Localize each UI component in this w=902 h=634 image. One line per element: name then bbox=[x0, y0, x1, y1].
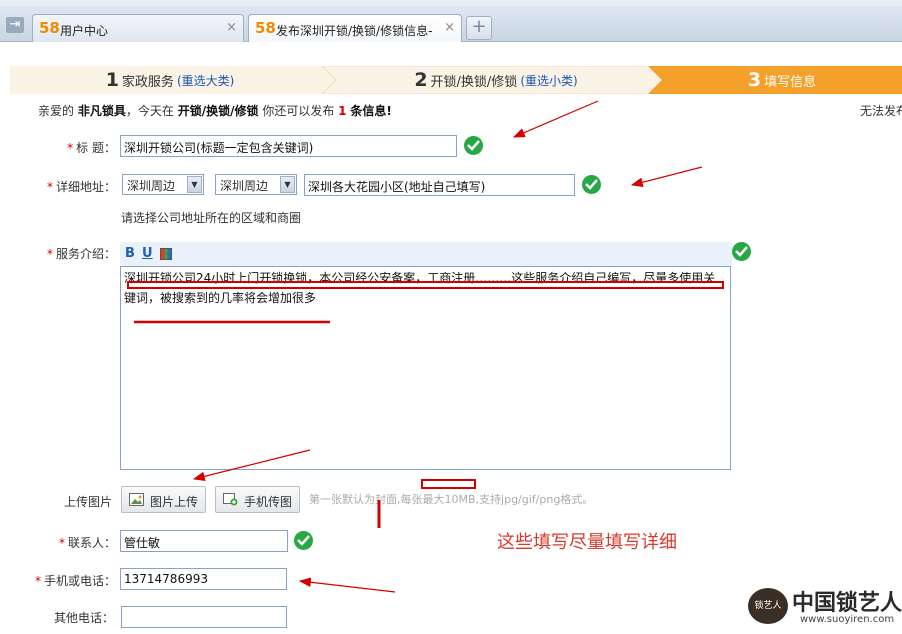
resize-handle-box bbox=[421, 479, 476, 489]
contact-label: * 联系人： bbox=[58, 536, 116, 550]
underline-button[interactable]: U bbox=[142, 246, 153, 261]
check-icon bbox=[294, 531, 313, 550]
phone-upload-button[interactable]: 手机传图 bbox=[215, 486, 300, 513]
service-label: * 服务介绍： bbox=[46, 247, 116, 261]
watermark-logo: 锁艺人 中国锁艺人 www.suoyiren.com bbox=[748, 585, 902, 631]
reselect-category-link[interactable]: (重选大类) bbox=[177, 72, 234, 89]
browser-tab-bar: ⇥ 58 用户中心 × 58 发布深圳开锁/换锁/修锁信息- × + bbox=[0, 6, 902, 42]
address-input[interactable]: 深圳各大花园小区(地址自己填写) bbox=[304, 174, 575, 196]
phone-label: * 手机或电话： bbox=[34, 574, 116, 588]
new-tab-button[interactable]: + bbox=[466, 16, 492, 40]
editor-toolbar: B U bbox=[120, 242, 732, 266]
check-icon bbox=[582, 175, 601, 194]
arrow-to-address bbox=[630, 166, 703, 187]
58-logo-icon: 58 bbox=[255, 19, 276, 37]
color-palette-icon[interactable] bbox=[160, 248, 172, 260]
other-phone-input[interactable] bbox=[121, 606, 287, 628]
tab-publish-info[interactable]: 58 发布深圳开锁/换锁/修锁信息- × bbox=[248, 14, 462, 42]
tab-user-center[interactable]: 58 用户中心 × bbox=[32, 14, 244, 42]
other-phone-label: 其他电话： bbox=[53, 611, 114, 625]
tab-title: 发布深圳开锁/换锁/修锁信息- bbox=[276, 24, 433, 38]
chevron-down-icon: ▼ bbox=[187, 176, 202, 193]
58-logo-icon: 58 bbox=[39, 19, 60, 37]
chevron-down-icon: ▼ bbox=[280, 176, 295, 193]
publish-limit-notice: 无法发布 bbox=[860, 104, 902, 118]
check-icon bbox=[464, 136, 483, 155]
step-progress: 1 家政服务 (重选大类) 2 开锁/换锁/修锁 (重选小类) 3 填写信息 bbox=[10, 66, 902, 94]
title-input[interactable]: 深圳开锁公司(标题一定包含关键词) bbox=[120, 135, 457, 157]
seal-icon: 锁艺人 bbox=[748, 588, 788, 624]
reselect-subcategory-link[interactable]: (重选小类) bbox=[520, 72, 577, 89]
service-description-editor[interactable]: 深圳开锁公司24小时上门开锁换锁，本公司经公安备案，工商注册………这些服务介绍自… bbox=[120, 266, 731, 470]
upload-hint: 第一张默认为封面,每张最大10MB,支持jpg/gif/png格式。 bbox=[309, 493, 594, 506]
upload-label: 上传图片 bbox=[63, 495, 112, 509]
phone-input[interactable]: 13714786993 bbox=[120, 568, 287, 590]
watermark-url: www.suoyiren.com bbox=[800, 614, 895, 625]
add-picture-icon bbox=[223, 493, 238, 506]
user-name: 非凡锁具 bbox=[77, 104, 126, 118]
picture-icon bbox=[129, 493, 144, 506]
district-select[interactable]: 深圳周边 ▼ bbox=[122, 174, 204, 195]
remaining-count: 1 bbox=[338, 104, 347, 118]
address-hint: 请选择公司地址所在的区域和商圈 bbox=[121, 211, 302, 225]
arrow-to-phone bbox=[298, 577, 396, 593]
arrow-to-title bbox=[512, 100, 599, 138]
publish-quota-notice: 亲爱的 非凡锁具，今天在 开锁/换锁/修锁 你还可以发布 1 条信息! bbox=[38, 104, 392, 118]
step-3: 3 填写信息 bbox=[747, 69, 817, 91]
back-arrow-icon[interactable]: ⇥ bbox=[6, 17, 24, 33]
close-icon[interactable]: × bbox=[444, 20, 455, 35]
tab-title: 用户中心 bbox=[60, 24, 109, 38]
bold-button[interactable]: B bbox=[125, 246, 135, 261]
watermark-title: 中国锁艺人 bbox=[792, 591, 902, 616]
check-icon bbox=[732, 242, 751, 261]
annotation-text: 这些填写尽量填写详细 bbox=[497, 532, 677, 553]
step-1: 1 家政服务 (重选大类) bbox=[105, 69, 235, 91]
category-name: 开锁/换锁/修锁 bbox=[177, 104, 259, 118]
title-label: * 标 题： bbox=[67, 141, 116, 155]
address-label: * 详细地址： bbox=[46, 180, 116, 194]
business-area-select[interactable]: 深圳周边 ▼ bbox=[215, 174, 297, 195]
close-icon[interactable]: × bbox=[226, 20, 237, 35]
step-2: 2 开锁/换锁/修锁 (重选小类) bbox=[414, 69, 578, 91]
image-upload-button[interactable]: 图片上传 bbox=[121, 486, 206, 513]
contact-input[interactable]: 管仕敏 bbox=[120, 530, 288, 552]
